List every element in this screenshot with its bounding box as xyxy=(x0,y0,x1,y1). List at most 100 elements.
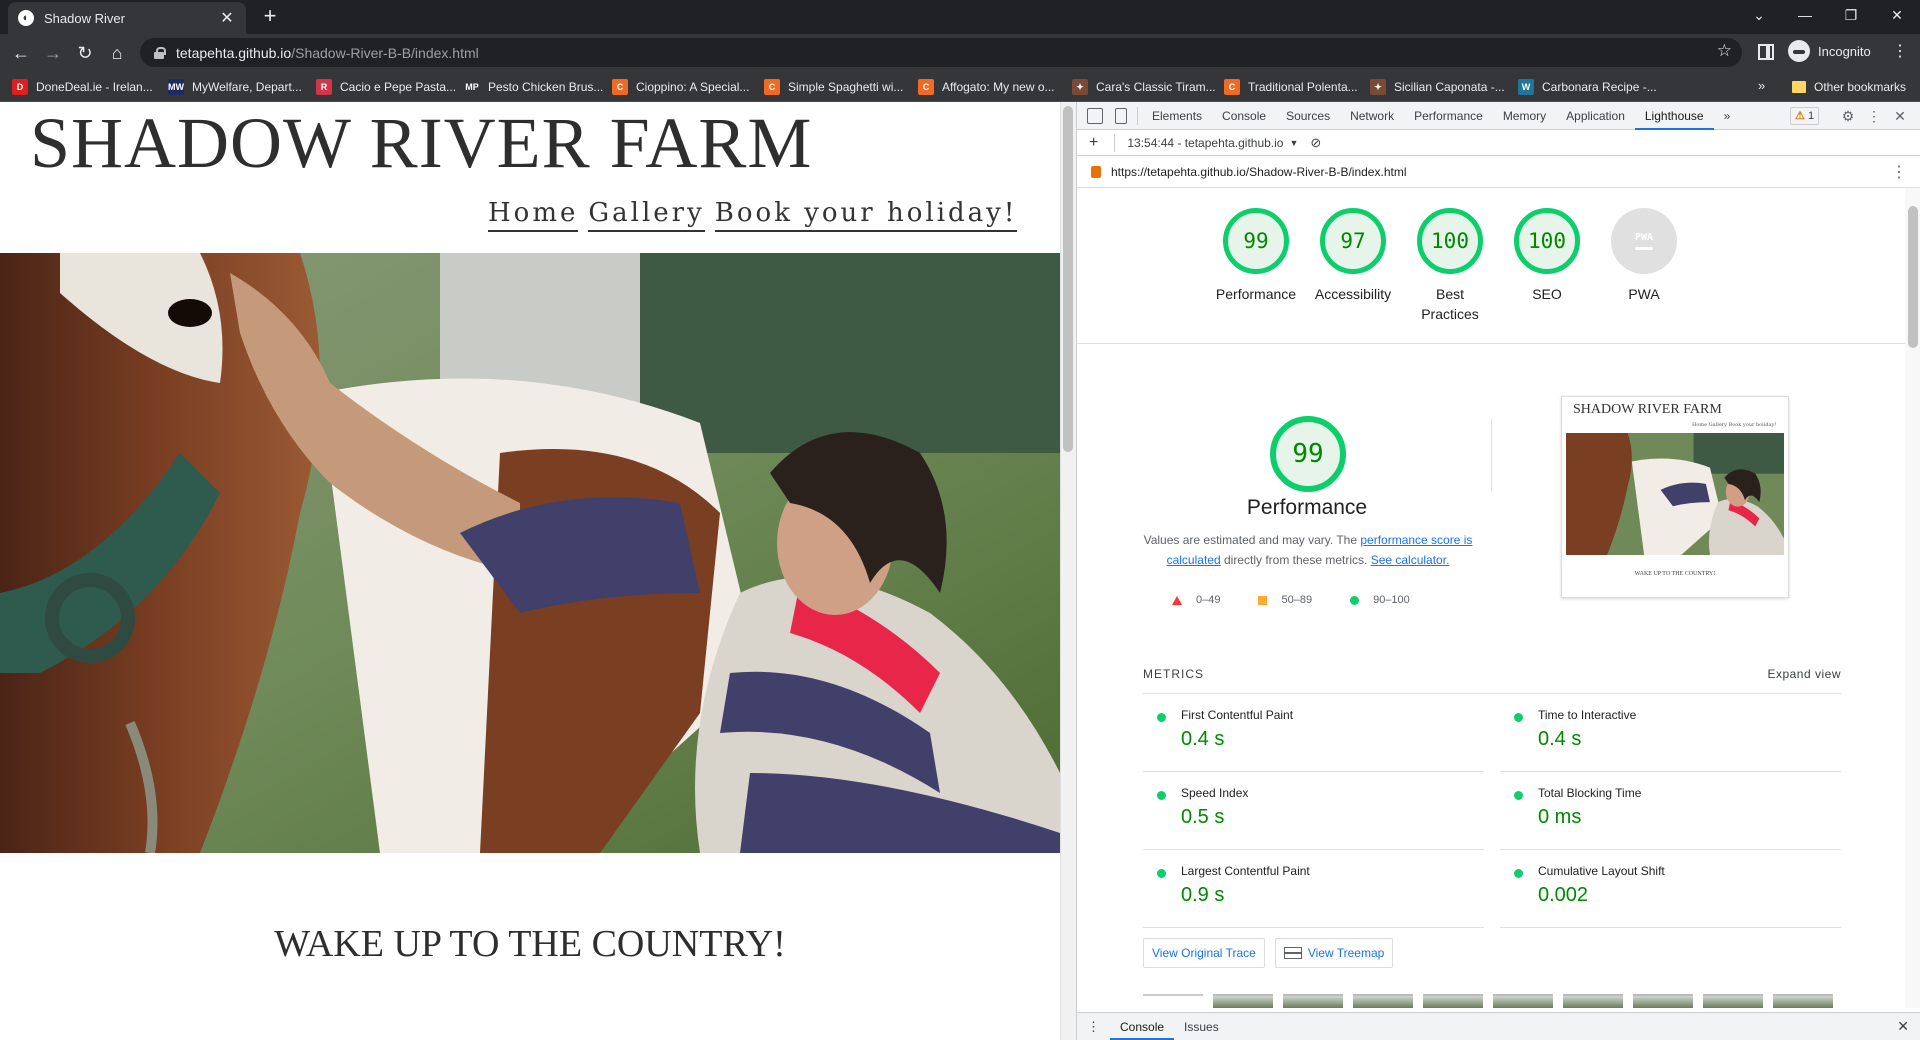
nav-link-gallery[interactable]: Gallery xyxy=(588,198,705,232)
tab-strip: ◐ Shadow River ✕ + ⌄ — ❐ ✕ xyxy=(0,0,1920,34)
address-bar[interactable]: tetapehta.github.io /Shadow-River-B-B/in… xyxy=(140,38,1742,67)
home-button[interactable]: ⌂ xyxy=(104,40,130,66)
screenshot-title: SHADOW RIVER FARM xyxy=(1573,402,1722,417)
devtools-tab-lighthouse[interactable]: Lighthouse xyxy=(1634,102,1714,130)
bookmark-star-icon[interactable]: ☆ xyxy=(1717,41,1732,61)
bookmark-item[interactable]: MP Pesto Chicken Brus... xyxy=(464,77,603,97)
device-toolbar-icon[interactable] xyxy=(1115,107,1127,124)
bookmark-item[interactable]: C Cioppino: A Special... xyxy=(612,77,749,97)
browser-tab[interactable]: ◐ Shadow River ✕ xyxy=(8,2,246,34)
incognito-icon xyxy=(1788,40,1810,62)
bookmark-label: Traditional Polenta... xyxy=(1248,80,1358,94)
pwa-badge-icon: PWA xyxy=(1611,208,1677,274)
dropdown-caret-icon[interactable]: ▼ xyxy=(1289,138,1298,148)
new-tab-button[interactable]: + xyxy=(258,5,282,29)
hero-tagline: WAKE UP TO THE COUNTRY! xyxy=(274,923,786,965)
filmstrip-frame xyxy=(1143,994,1203,1008)
final-screenshot[interactable]: SHADOW RIVER FARM Home Gallery Book your… xyxy=(1561,396,1789,598)
lock-icon[interactable] xyxy=(154,46,166,59)
gauge-performance[interactable]: 99 Performance xyxy=(1211,208,1301,304)
more-tabs-chevron-icon[interactable]: » xyxy=(1714,102,1741,130)
bookmark-item[interactable]: ✦ Cara's Classic Tiram... xyxy=(1072,77,1216,97)
settings-gear-icon[interactable]: ⚙ xyxy=(1839,107,1857,125)
bookmark-item[interactable]: ✦ Sicilian Caponata -... xyxy=(1370,77,1505,97)
bookmark-item[interactable]: D DoneDeal.ie - Irelan... xyxy=(12,77,153,97)
report-url[interactable]: https://tetapehta.github.io/Shadow-River… xyxy=(1111,165,1407,179)
performance-score-gauge: 99 xyxy=(1270,416,1346,492)
browser-menu-button[interactable]: ⋮ xyxy=(1890,42,1910,62)
report-scrollbar-thumb[interactable] xyxy=(1908,206,1918,348)
more-bookmarks-button[interactable]: » xyxy=(1758,78,1765,93)
back-button[interactable]: ← xyxy=(8,40,34,66)
close-tab-icon[interactable]: ✕ xyxy=(218,8,236,28)
browser-toolbar: ← → ↻ ⌂ tetapehta.github.io /Shadow-Rive… xyxy=(0,34,1920,71)
trace-buttons: View Original Trace View Treemap xyxy=(1143,938,1394,968)
close-drawer-icon[interactable]: ✕ xyxy=(1897,1018,1909,1035)
filmstrip-frame xyxy=(1703,994,1763,1008)
metrics-section: METRICS Expand view First Contentful Pai… xyxy=(1143,664,1841,928)
expand-view-toggle[interactable]: Expand view xyxy=(1767,664,1841,693)
minimize-button[interactable]: — xyxy=(1782,0,1828,30)
bookmark-label: Carbonara Recipe -... xyxy=(1542,80,1657,94)
bookmark-item[interactable]: C Traditional Polenta... xyxy=(1224,77,1358,97)
view-treemap-button[interactable]: View Treemap xyxy=(1274,938,1394,968)
bookmark-item[interactable]: R Cacio e Pepe Pasta... xyxy=(316,77,456,97)
bookmark-item[interactable]: W Carbonara Recipe -... xyxy=(1518,77,1657,97)
devtools-panel: Elements Console Sources Network Perform… xyxy=(1076,102,1920,1040)
bookmark-label: Pesto Chicken Brus... xyxy=(488,80,604,94)
devtools-tab-application[interactable]: Application xyxy=(1556,102,1635,130)
tab-search-button[interactable]: ⌄ xyxy=(1736,0,1782,30)
devtools-menu-icon[interactable]: ⋮ xyxy=(1865,107,1883,125)
legend-fail: 0–49 xyxy=(1172,594,1220,606)
bookmark-item[interactable]: MW MyWelfare, Depart... xyxy=(168,77,302,97)
website-viewport: SHADOW RIVER FARM Home Gallery Book your… xyxy=(0,102,1060,1040)
page-scrollbar-thumb[interactable] xyxy=(1063,106,1073,452)
close-devtools-icon[interactable]: ✕ xyxy=(1891,107,1909,125)
incognito-label: Incognito xyxy=(1818,43,1871,59)
drawer-menu-icon[interactable]: ⋮ xyxy=(1087,1019,1100,1035)
reload-button[interactable]: ↻ xyxy=(72,40,98,66)
devtools-tab-elements[interactable]: Elements xyxy=(1142,102,1212,130)
gauge-accessibility[interactable]: 97 Accessibility xyxy=(1308,208,1398,304)
inspect-element-icon[interactable] xyxy=(1087,107,1103,124)
report-menu-icon[interactable]: ⋮ xyxy=(1891,162,1907,182)
side-panel-icon[interactable] xyxy=(1758,44,1774,60)
divider xyxy=(1137,106,1138,125)
nav-link-book[interactable]: Book your holiday! xyxy=(714,198,1018,232)
bookmark-favicon-icon: W xyxy=(1518,79,1534,95)
gauge-best-practices[interactable]: 100 Best Practices xyxy=(1405,208,1495,324)
nav-link-home[interactable]: Home xyxy=(488,198,579,232)
restore-button[interactable]: ❐ xyxy=(1828,0,1874,30)
filmstrip-frame xyxy=(1213,994,1273,1008)
forward-button[interactable]: → xyxy=(40,40,66,66)
close-window-button[interactable]: ✕ xyxy=(1874,0,1920,30)
report-selector[interactable]: 13:54:44 - tetapehta.github.io xyxy=(1127,136,1283,150)
bookmark-label: Cacio e Pepe Pasta... xyxy=(340,80,457,94)
drawer-tab-console[interactable]: Console xyxy=(1110,1014,1175,1040)
see-calculator-link[interactable]: See calculator. xyxy=(1371,553,1450,567)
warnings-badge[interactable]: ⚠ 1 xyxy=(1790,107,1820,125)
drawer-tab-issues[interactable]: Issues xyxy=(1174,1014,1229,1040)
clear-reports-icon[interactable]: ⊘ xyxy=(1310,135,1321,151)
bookmark-item[interactable]: C Affogato: My new o... xyxy=(918,77,1055,97)
incognito-indicator[interactable]: Incognito xyxy=(1788,40,1871,62)
devtools-tab-network[interactable]: Network xyxy=(1340,102,1404,130)
other-bookmarks-folder[interactable]: Other bookmarks xyxy=(1792,77,1906,97)
bookmark-favicon-icon: C xyxy=(918,79,934,95)
fail-triangle-icon xyxy=(1172,595,1182,605)
devtools-tab-sources[interactable]: Sources xyxy=(1276,102,1340,130)
devtools-tab-performance[interactable]: Performance xyxy=(1404,102,1493,130)
devtools-tab-console[interactable]: Console xyxy=(1212,102,1276,130)
bookmark-item[interactable]: C Simple Spaghetti wi... xyxy=(764,77,903,97)
note-text: directly from these metrics. xyxy=(1220,553,1371,567)
gauge-seo[interactable]: 100 SEO xyxy=(1502,208,1592,304)
devtools-tab-memory[interactable]: Memory xyxy=(1493,102,1556,130)
gauge-pwa[interactable]: PWA PWA xyxy=(1599,208,1689,304)
warning-count: 1 xyxy=(1807,110,1815,122)
filmstrip-frame xyxy=(1633,994,1693,1008)
view-original-trace-button[interactable]: View Original Trace xyxy=(1143,938,1265,968)
pass-circle-icon xyxy=(1157,791,1166,800)
metric-si: Speed Index 0.5 s xyxy=(1143,772,1484,850)
hero-image xyxy=(0,253,1060,853)
new-report-plus-icon[interactable]: + xyxy=(1089,134,1098,152)
